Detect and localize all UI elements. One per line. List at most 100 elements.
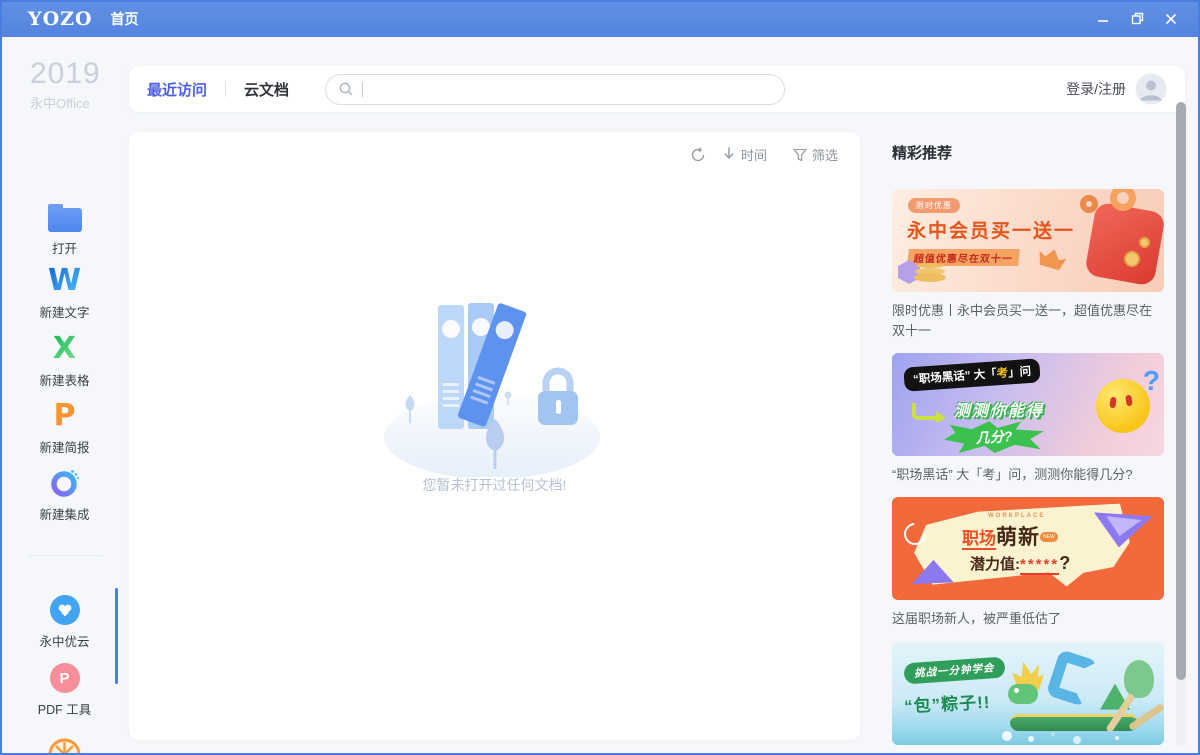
scrollbar-thumb[interactable] <box>1176 102 1186 680</box>
gold-stack-art <box>914 273 946 282</box>
sidebar-divider <box>27 555 102 556</box>
sidebar-item-new-document[interactable]: W 新建文字 <box>2 264 127 321</box>
text-caret <box>362 82 363 97</box>
template-gallery-icon[interactable] <box>48 738 81 755</box>
presentation-icon: P <box>54 401 76 431</box>
sort-arrow-down-icon <box>722 147 736 162</box>
banner-title: 永中会员买一送一 <box>907 216 1075 243</box>
sidebar-item-open[interactable]: 打开 <box>2 200 127 257</box>
sidebar-item-label: 打开 <box>2 238 127 257</box>
promo-card: 限时优惠 永中会员买一送一 超值优惠尽在双十一 限时优惠丨永中会员买一送一，超值… <box>892 189 1164 341</box>
restore-button[interactable] <box>1120 4 1154 34</box>
dragon-eye-art <box>1014 688 1019 693</box>
time-label: 时间 <box>741 145 767 164</box>
sidebar-item-pdf-tools[interactable]: P PDF 工具 <box>2 661 127 718</box>
sidebar-item-label: 新建表格 <box>2 370 127 389</box>
header-bar: 最近访问 云文档 登录/注册 <box>129 66 1185 112</box>
sidebar-item-new-presentation[interactable]: P 新建简报 <box>2 399 127 456</box>
promo-banner-quiz[interactable]: “职场黑话” 大「考」问 测测你能得 几分? ? <box>892 353 1164 456</box>
refresh-icon <box>690 147 706 163</box>
search-box[interactable] <box>325 74 785 105</box>
red-bag-art <box>1084 201 1164 286</box>
sidebar-item-label: 新建简报 <box>2 437 127 456</box>
crown-art <box>1036 246 1068 272</box>
folder-icon <box>48 208 82 232</box>
sidebar-item-new-spreadsheet[interactable]: X 新建表格 <box>2 332 127 389</box>
strap-art <box>1080 195 1098 213</box>
login-label: 登录/注册 <box>1066 79 1126 99</box>
tab-recent[interactable]: 最近访问 <box>147 79 207 100</box>
cloud-icon <box>50 595 80 625</box>
scrollbar-track[interactable] <box>1176 102 1186 746</box>
tab-separator <box>225 81 226 97</box>
filter-icon <box>793 148 807 162</box>
filter-label: 筛选 <box>812 145 838 164</box>
promo-banner-membership[interactable]: 限时优惠 永中会员买一送一 超值优惠尽在双十一 <box>892 189 1164 292</box>
spreadsheet-icon: X <box>53 334 76 364</box>
promo-banner-workplace[interactable]: WORKPLACE 职场萌新NEW 潜力值:*****? <box>892 497 1164 600</box>
search-icon <box>338 81 354 97</box>
promo-banner-dragon-boat[interactable]: 挑战一分钟学会 “包”粽子!! <box>892 642 1164 745</box>
minimize-button[interactable] <box>1086 4 1120 34</box>
brand-year: 2019 <box>30 57 101 91</box>
sidebar-item-label: 新建集成 <box>2 504 127 523</box>
pdf-icon: P <box>50 663 80 693</box>
banner-eyebrow: WORKPLACE <box>988 513 1045 519</box>
word-icon: W <box>48 266 81 296</box>
arrow-art <box>910 401 948 423</box>
integration-icon <box>49 467 81 499</box>
banner-title: “包”粽子!! <box>903 687 991 716</box>
banner-subtitle: 超值优惠尽在双十一 <box>907 249 1020 266</box>
search-input[interactable] <box>367 82 772 97</box>
list-toolbar: 时间 筛选 <box>690 145 838 164</box>
sidebar-item-label: 新建文字 <box>2 302 127 321</box>
app-window: YOZO 首页 2019 永中Office 打开 <box>0 0 1200 755</box>
document-list-panel: 时间 筛选 <box>129 132 860 740</box>
wave-arc-art <box>1046 649 1099 707</box>
promo-caption: “职场黑话” 大「考」问，测测你能得几分? <box>892 465 1164 485</box>
login-register[interactable]: 登录/注册 <box>1066 73 1167 105</box>
brand: 2019 永中Office <box>30 57 101 112</box>
banner-title: 职场萌新NEW <box>962 521 1058 551</box>
sidebar-item-new-integration[interactable]: 新建集成 <box>2 466 127 523</box>
brand-name: 永中Office <box>30 93 101 112</box>
question-mark-art: ? <box>1143 365 1160 397</box>
page-title: 首页 <box>111 9 139 29</box>
emoji-art <box>1096 379 1150 433</box>
banner-badge: 挑战一分钟学会 <box>903 656 1005 684</box>
promo-card: WORKPLACE 职场萌新NEW 潜力值:*****? 这届职场新人，被严重低… <box>892 497 1164 629</box>
sidebar: 2019 永中Office 打开 W 新建文字 X 新建表格 P 新建简报 <box>2 37 127 753</box>
banner-badge: 限时优惠 <box>908 198 960 213</box>
tab-cloud-docs[interactable]: 云文档 <box>244 79 289 100</box>
sort-by-time-button[interactable]: 时间 <box>722 145 767 164</box>
recommend-title: 精彩推荐 <box>892 142 1164 163</box>
splash-art <box>1002 731 1012 741</box>
star-burst: 几分? <box>943 419 1045 456</box>
recommend-panel: 精彩推荐 限时优惠 永中会员买一送一 超值优惠尽在双十一 限时优惠丨永中会员买一… <box>892 135 1164 753</box>
leaf-art <box>1124 660 1154 698</box>
dragon-head-art <box>1008 684 1038 704</box>
window-controls <box>1086 4 1188 34</box>
minimize-icon <box>1097 13 1109 25</box>
coin-art <box>1139 237 1150 248</box>
sidebar-item-label: PDF 工具 <box>2 699 127 718</box>
sidebar-item-yozo-cloud[interactable]: 永中优云 <box>2 593 127 650</box>
promo-caption: 这届职场新人，被严重低估了 <box>892 609 1164 629</box>
promo-card: 挑战一分钟学会 “包”粽子!! <box>892 642 1164 745</box>
sidebar-item-label: 永中优云 <box>2 631 127 650</box>
app-logo: YOZO <box>28 8 93 30</box>
filter-button[interactable]: 筛选 <box>793 145 838 164</box>
promo-card: “职场黑话” 大「考」问 测测你能得 几分? ? “职场黑话” 大「考」问，测测… <box>892 353 1164 485</box>
empty-state-illustration <box>380 287 610 482</box>
banner-subtitle: 潜力值:*****? <box>970 553 1070 574</box>
restore-icon <box>1131 12 1144 25</box>
banner-title: “职场黑话” 大「考」问 <box>903 359 1041 392</box>
avatar[interactable] <box>1135 73 1167 105</box>
empty-state-text: 您暂未打开过任何文档! <box>129 475 860 495</box>
new-badge: NEW <box>1040 532 1058 542</box>
close-button[interactable] <box>1154 4 1188 34</box>
refresh-button[interactable] <box>690 147 706 163</box>
titlebar: YOZO 首页 <box>0 0 1200 37</box>
banner-subtitle: 测测你能得 <box>954 397 1044 421</box>
promo-caption: 限时优惠丨永中会员买一送一，超值优惠尽在双十一 <box>892 301 1164 341</box>
